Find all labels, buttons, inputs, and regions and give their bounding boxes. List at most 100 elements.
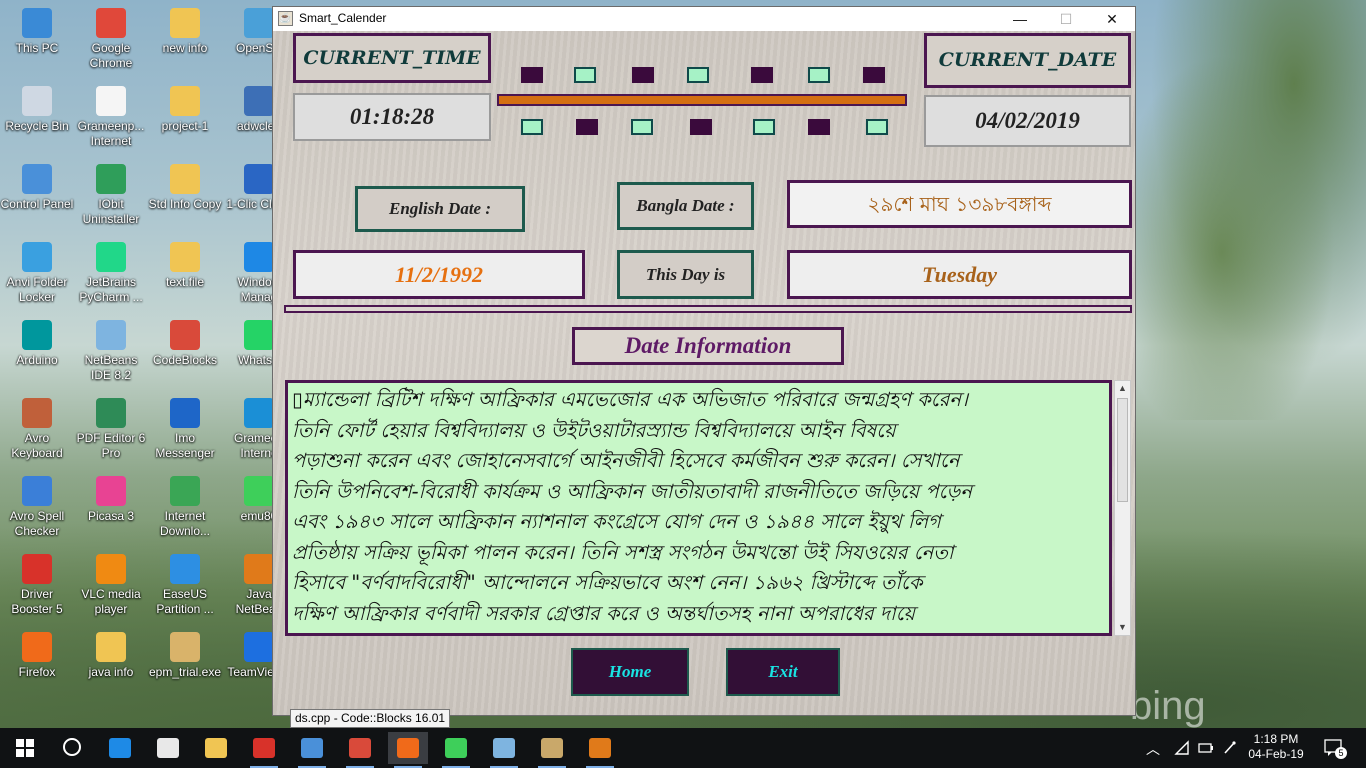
desktop-icon[interactable]: epm_trial.exe (148, 632, 222, 680)
desktop-icon[interactable]: Avro Keyboard (0, 398, 74, 461)
bangla-date-value: ২৯শে মাঘ ১৩৯৮বঙ্গাব্দ (867, 192, 1052, 216)
scroll-down-arrow[interactable]: ▼ (1115, 620, 1130, 635)
desktop-icon-label: java info (88, 665, 134, 679)
whatsapp-icon (244, 320, 274, 350)
desktop-icon[interactable]: Arduino (0, 320, 74, 368)
taskbar-app-button[interactable] (484, 732, 524, 768)
edge-icon (109, 738, 131, 758)
desktop-icon[interactable]: Avro Spell Checker (0, 476, 74, 539)
desktop-icon[interactable]: java info (74, 632, 148, 680)
day-of-week-field[interactable]: Tuesday (787, 250, 1132, 299)
desktop-icon[interactable]: VLC media player (74, 554, 148, 617)
scroll-up-arrow[interactable]: ▲ (1115, 381, 1130, 396)
recycle-bin-icon (22, 86, 52, 116)
date-information-title: Date Information (572, 327, 844, 365)
bangla-date-label: Bangla Date : (617, 182, 754, 230)
vlc-icon (96, 554, 126, 584)
app-icon (244, 398, 274, 428)
desktop-icon-label: Imo Messenger (155, 431, 215, 460)
desktop-icon[interactable]: CodeBlocks (148, 320, 222, 368)
desktop-icon[interactable]: JetBrains PyCharm ... (74, 242, 148, 305)
info-line: দক্ষিণ আফ্রিকার বর্ণবাদী সরকার গ্রেপ্তার… (292, 601, 916, 625)
info-scrollbar[interactable]: ▲ ▼ (1114, 380, 1131, 636)
taskbar-app-button[interactable] (532, 732, 572, 768)
desktop-icon[interactable]: Std Info Copy (148, 164, 222, 212)
task-view-icon (63, 738, 81, 756)
desktop-icon[interactable]: PDF Editor 6 Pro (74, 398, 148, 461)
desktop-icon[interactable]: Grameenp... Internet (74, 86, 148, 149)
taskbar-app-button[interactable] (388, 732, 428, 768)
taskbar-app-button[interactable] (292, 732, 332, 768)
close-button[interactable]: ✕ (1089, 7, 1135, 31)
taskbar-app-button[interactable] (436, 732, 476, 768)
firefox-icon (22, 632, 52, 662)
battery-icon[interactable] (1198, 742, 1214, 754)
taskbar-app-button[interactable] (196, 732, 236, 764)
taskbar-app-button[interactable] (340, 732, 380, 768)
desktop-icon[interactable]: new info (148, 8, 222, 56)
info-line: প্রতিষ্ঠায় সক্রিয় ভূমিকা পালন করেন। তি… (292, 540, 954, 564)
desktop-icon[interactable]: project-1 (148, 86, 222, 134)
taskbar-app-button[interactable] (100, 732, 140, 764)
show-hidden-icons-chevron[interactable]: ︿ (1146, 739, 1160, 759)
desktop-icon-label: Avro Spell Checker (9, 509, 65, 538)
computer-icon (22, 8, 52, 38)
day-of-week-value: Tuesday (922, 262, 997, 287)
taskbar-app-button[interactable] (148, 732, 188, 764)
window-titlebar[interactable]: ☕ Smart_Calender — ☐ ✕ (273, 7, 1135, 31)
exit-button[interactable]: Exit (726, 648, 840, 696)
date-information-text[interactable]: ▯ম্যান্ডেলা ব্রিটিশ দক্ষিণ আফ্রিকার এমভে… (285, 380, 1112, 636)
desktop-icon[interactable]: Google Chrome (74, 8, 148, 71)
spell-checker-icon (22, 476, 52, 506)
desktop-icon-label: Anvi Folder Locker (6, 275, 68, 304)
indicator-square (751, 67, 773, 83)
desktop-icon[interactable]: NetBeans IDE 8.2 (74, 320, 148, 383)
desktop-icon[interactable]: text.file (148, 242, 222, 290)
desktop-icon[interactable]: Internet Downlo... (148, 476, 222, 539)
driver-booster-icon (253, 738, 275, 758)
taskbar-app-button[interactable] (52, 732, 92, 764)
desktop-icon-label: Recycle Bin (5, 119, 69, 133)
desktop-icon-label: new info (162, 41, 208, 55)
taskbar-clock[interactable]: 1:18 PM 04-Feb-19 (1242, 732, 1310, 762)
desktop-icon[interactable]: Recycle Bin (0, 86, 74, 134)
iobit-icon (96, 164, 126, 194)
bing-watermark: bing (1130, 684, 1206, 728)
start-button[interactable] (2, 728, 46, 768)
desktop-icon[interactable]: Driver Booster 5 (0, 554, 74, 617)
desktop-icon[interactable]: IObit Uninstaller (74, 164, 148, 227)
section-separator (284, 305, 1132, 313)
desktop-icon-label: Arduino (16, 353, 58, 367)
desktop-icon[interactable]: This PC (0, 8, 74, 56)
desktop-icon[interactable]: Firefox (0, 632, 74, 680)
java-icon (589, 738, 611, 758)
installer-icon (170, 632, 200, 662)
bangla-date-field[interactable]: ২৯শে মাঘ ১৩৯৮বঙ্গাব্দ (787, 180, 1132, 228)
desktop-icon[interactable]: Control Panel (0, 164, 74, 212)
desktop-wallpaper-trees (1126, 0, 1366, 420)
desktop-icon[interactable]: EaseUS Partition ... (148, 554, 222, 617)
desktop-icon[interactable]: Picasa 3 (74, 476, 148, 524)
taskbar-app-button[interactable] (244, 732, 284, 768)
clock-time: 1:18 PM (1253, 732, 1299, 746)
pen-ink-icon[interactable] (1222, 740, 1238, 756)
folder-icon (170, 242, 200, 272)
scroll-thumb[interactable] (1117, 398, 1128, 502)
english-date-field[interactable]: 11/2/1992 (293, 250, 585, 299)
current-date-value: 04/02/2019 (975, 108, 1080, 133)
desktop-icon[interactable]: Anvi Folder Locker (0, 242, 74, 305)
app-icon (244, 242, 274, 272)
network-icon[interactable] (1174, 740, 1190, 756)
home-button[interactable]: Home (571, 648, 689, 696)
folder-icon (170, 8, 200, 38)
store-icon (157, 738, 179, 758)
minimize-button[interactable]: — (997, 7, 1043, 31)
taskbar-app-button[interactable] (580, 732, 620, 768)
current-date-label-box: CURRENT_DATE (924, 33, 1131, 88)
info-line: এবং ১৯৪৩ সালে আফ্রিকান ন্যাশনাল কংগ্রেসে… (292, 510, 941, 533)
imo-icon (170, 398, 200, 428)
desktop-icon-label: VLC media player (81, 587, 141, 616)
maximize-button[interactable]: ☐ (1043, 7, 1089, 31)
desktop-icon[interactable]: Imo Messenger (148, 398, 222, 461)
app-icon (244, 8, 274, 38)
